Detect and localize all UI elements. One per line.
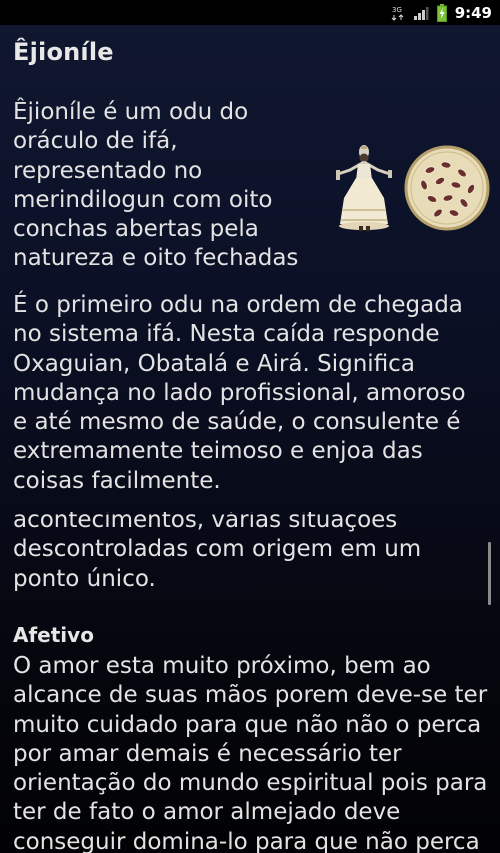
network-type-label: 3G: [392, 6, 402, 14]
orisha-figure-image: [328, 140, 400, 236]
scrollbar-thumb[interactable]: [488, 542, 491, 605]
status-bar: 3G 9:49: [0, 0, 500, 25]
section-heading-afetivo: Afetivo: [13, 623, 94, 647]
scroll-clip-region: acontecimentos, várias situações descont…: [0, 512, 500, 608]
affective-paragraph: O amor esta muito próximo, bem ao alcanc…: [13, 653, 488, 853]
status-clock: 9:49: [454, 3, 492, 22]
battery-charging-icon: [436, 3, 447, 22]
odu-description-paragraph: É o primeiro odu na ordem de chegada no …: [13, 292, 466, 494]
events-paragraph: acontecimentos, várias situações descont…: [13, 512, 422, 592]
intro-paragraph: Êjioníle é um odu do oráculo de ifá, rep…: [13, 99, 299, 272]
cowrie-tray-image: [404, 145, 490, 235]
signal-bars-icon: [413, 5, 429, 21]
page-title: Êjioníle: [13, 38, 114, 66]
network-type-icon: 3G: [391, 5, 405, 21]
bottom-clip-region: O amor esta muito próximo, bem ao alcanc…: [0, 652, 500, 853]
